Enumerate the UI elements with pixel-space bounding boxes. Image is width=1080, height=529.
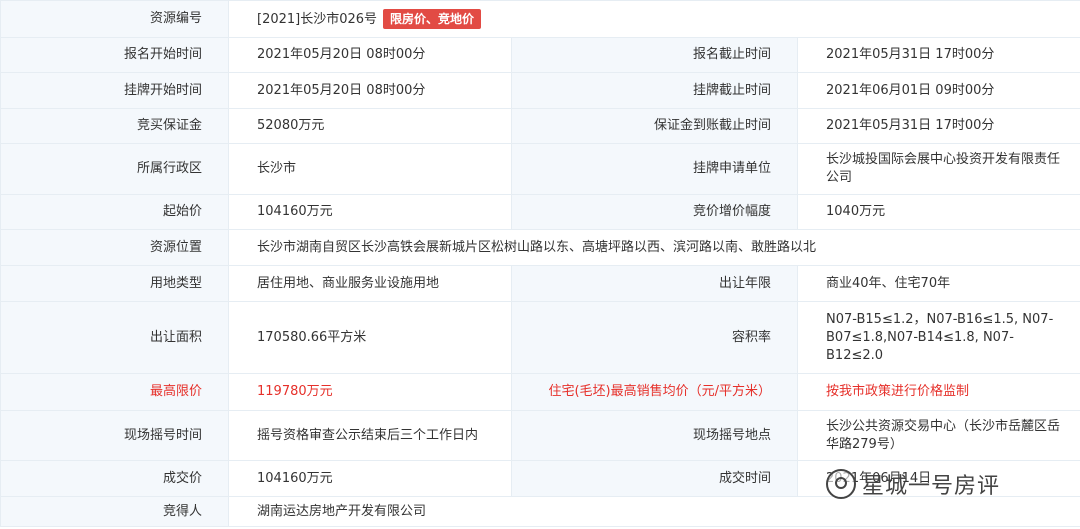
lottery-place-value: 长沙公共资源交易中心（长沙市岳麓区岳华路279号） xyxy=(797,410,1080,461)
table-row: 出让面积 170580.66平方米 容积率 N07-B15≤1.2，N07-B1… xyxy=(0,301,1080,374)
deposit-value: 52080万元 xyxy=(228,108,512,144)
table-row: 用地类型 居住用地、商业服务业设施用地 出让年限 商业40年、住宅70年 xyxy=(0,265,1080,302)
location-label: 资源位置 xyxy=(0,229,229,266)
district-label: 所属行政区 xyxy=(0,143,229,195)
area-value: 170580.66平方米 xyxy=(228,301,512,374)
increment-label: 竞价增价幅度 xyxy=(511,194,798,230)
deposit-deadline-value: 2021年05月31日 17时00分 xyxy=(797,108,1080,144)
table-row: 现场摇号时间 摇号资格审查公示结束后三个工作日内 现场摇号地点 长沙公共资源交易… xyxy=(0,410,1080,461)
signup-end-value: 2021年05月31日 17时00分 xyxy=(797,37,1080,73)
increment-value: 1040万元 xyxy=(797,194,1080,230)
signup-end-label: 报名截止时间 xyxy=(511,37,798,73)
applicant-value: 长沙城投国际会展中心投资开发有限责任公司 xyxy=(797,143,1080,195)
land-use-label: 用地类型 xyxy=(0,265,229,302)
deposit-label: 竞买保证金 xyxy=(0,108,229,144)
location-value: 长沙市湖南自贸区长沙高铁会展新城片区松树山路以东、高塘坪路以西、滨河路以南、敢胜… xyxy=(228,229,1080,266)
resource-id-text: [2021]长沙市026号 xyxy=(257,12,378,27)
listing-start-label: 挂牌开始时间 xyxy=(0,72,229,109)
max-sale-price-value: 按我市政策进行价格监制 xyxy=(797,373,1080,411)
status-badge: 限房价、竞地价 xyxy=(383,9,482,29)
deal-time-label: 成交时间 xyxy=(511,460,798,497)
watermark: 星城一号房评 xyxy=(826,468,1056,502)
table-row: 资源位置 长沙市湖南自贸区长沙高铁会展新城片区松树山路以东、高塘坪路以西、滨河路… xyxy=(0,229,1080,266)
listing-end-label: 挂牌截止时间 xyxy=(511,72,798,109)
table-row: 起始价 104160万元 竞价增价幅度 1040万元 xyxy=(0,194,1080,230)
lottery-place-label: 现场摇号地点 xyxy=(511,410,798,461)
far-label: 容积率 xyxy=(511,301,798,374)
table-row: 最高限价 119780万元 住宅(毛坯)最高销售均价（元/平方米） 按我市政策进… xyxy=(0,373,1080,411)
winner-label: 竞得人 xyxy=(0,496,229,527)
resource-id-label: 资源编号 xyxy=(0,0,229,38)
lottery-time-label: 现场摇号时间 xyxy=(0,410,229,461)
deposit-deadline-label: 保证金到账截止时间 xyxy=(511,108,798,144)
table-row: 挂牌开始时间 2021年05月20日 08时00分 挂牌截止时间 2021年06… xyxy=(0,72,1080,109)
wechat-logo-icon xyxy=(826,469,856,499)
land-info-table: 资源编号 [2021]长沙市026号 限房价、竞地价 报名开始时间 2021年05… xyxy=(0,0,1080,527)
start-price-value: 104160万元 xyxy=(228,194,512,230)
table-row: 资源编号 [2021]长沙市026号 限房价、竞地价 xyxy=(0,0,1080,38)
listing-start-value: 2021年05月20日 08时00分 xyxy=(228,72,512,109)
max-price-label: 最高限价 xyxy=(0,373,229,411)
max-sale-price-label: 住宅(毛坯)最高销售均价（元/平方米） xyxy=(511,373,798,411)
table-row: 竞买保证金 52080万元 保证金到账截止时间 2021年05月31日 17时0… xyxy=(0,108,1080,144)
land-use-value: 居住用地、商业服务业设施用地 xyxy=(228,265,512,302)
resource-id-value: [2021]长沙市026号 限房价、竞地价 xyxy=(228,0,1080,38)
district-value: 长沙市 xyxy=(228,143,512,195)
table-row: 报名开始时间 2021年05月20日 08时00分 报名截止时间 2021年05… xyxy=(0,37,1080,73)
signup-start-label: 报名开始时间 xyxy=(0,37,229,73)
max-price-value: 119780万元 xyxy=(228,373,512,411)
applicant-label: 挂牌申请单位 xyxy=(511,143,798,195)
listing-end-value: 2021年06月01日 09时00分 xyxy=(797,72,1080,109)
watermark-text: 星城一号房评 xyxy=(862,474,1001,499)
signup-start-value: 2021年05月20日 08时00分 xyxy=(228,37,512,73)
far-value: N07-B15≤1.2，N07-B16≤1.5, N07-B07≤1.8,N07… xyxy=(797,301,1080,374)
deal-price-value: 104160万元 xyxy=(228,460,512,497)
start-price-label: 起始价 xyxy=(0,194,229,230)
deal-price-label: 成交价 xyxy=(0,460,229,497)
lottery-time-value: 摇号资格审查公示结束后三个工作日内 xyxy=(228,410,512,461)
term-label: 出让年限 xyxy=(511,265,798,302)
area-label: 出让面积 xyxy=(0,301,229,374)
table-row: 所属行政区 长沙市 挂牌申请单位 长沙城投国际会展中心投资开发有限责任公司 xyxy=(0,143,1080,195)
term-value: 商业40年、住宅70年 xyxy=(797,265,1080,302)
